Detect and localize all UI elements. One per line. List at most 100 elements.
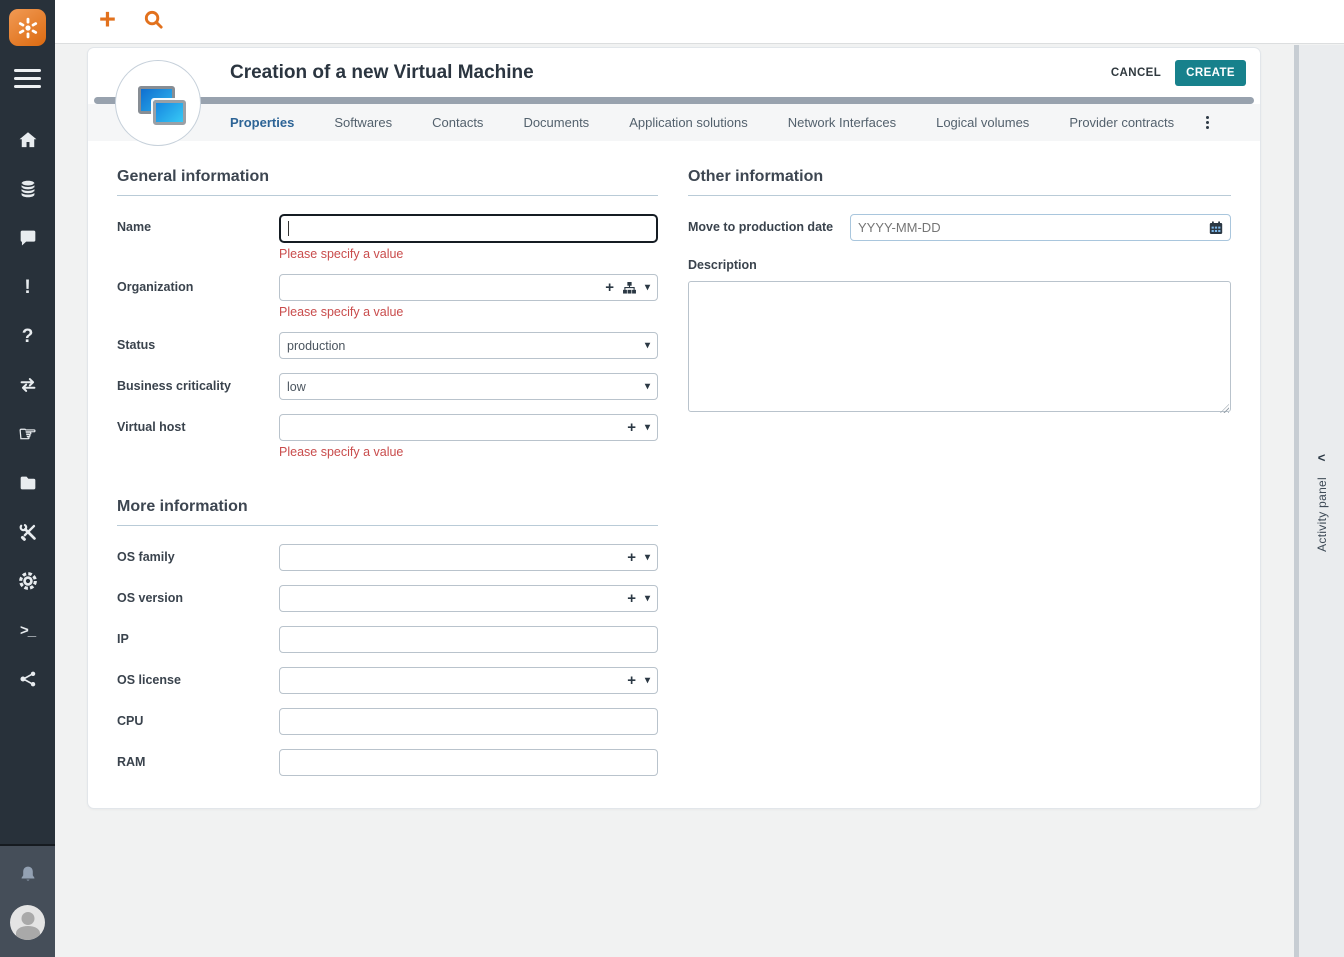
card-header: Creation of a new Virtual Machine CANCEL…	[88, 48, 1260, 97]
ip-input[interactable]	[279, 626, 658, 653]
organization-input[interactable]: + ▾	[279, 274, 658, 301]
move-to-production-date-input[interactable]	[850, 214, 1231, 241]
section-other-information: Other information	[688, 168, 1231, 196]
virtual-host-caret-icon[interactable]: ▾	[645, 423, 650, 433]
os-license-input[interactable]: + ▾	[279, 667, 658, 694]
tab-application-solutions[interactable]: Application solutions	[609, 115, 768, 130]
activity-panel-collapsed: < Activity panel	[1294, 45, 1344, 957]
move-to-production-date-label: Move to production date	[688, 214, 850, 241]
calendar-icon[interactable]	[1209, 221, 1223, 235]
business-criticality-caret-icon: ▾	[645, 382, 650, 392]
add-os-license-icon[interactable]: +	[627, 673, 636, 688]
os-license-label: OS license	[117, 667, 279, 694]
ram-input[interactable]	[279, 749, 658, 776]
os-family-input[interactable]: + ▾	[279, 544, 658, 571]
description-label: Description	[688, 258, 1231, 272]
sidebar-user-section	[0, 844, 55, 957]
status-label: Status	[117, 332, 279, 359]
form-column-left: General information Name Please specify …	[117, 141, 658, 776]
share-icon[interactable]	[17, 668, 39, 690]
page-title: Creation of a new Virtual Machine	[230, 62, 1111, 84]
user-avatar[interactable]	[10, 905, 45, 940]
add-virtual-host-icon[interactable]: +	[627, 420, 636, 435]
form-body: General information Name Please specify …	[88, 141, 1260, 776]
name-error: Please specify a value	[279, 247, 658, 261]
sidebar-nav: ! ? ☞ >_	[17, 129, 39, 690]
tab-documents[interactable]: Documents	[503, 115, 609, 130]
text-cursor	[288, 221, 289, 236]
organization-label: Organization	[117, 274, 279, 318]
tools-icon[interactable]	[17, 521, 39, 543]
search-icon[interactable]	[142, 8, 165, 36]
ram-label: RAM	[117, 749, 279, 776]
activity-panel-label[interactable]: Activity panel	[1315, 477, 1329, 552]
quick-create-icon[interactable]: +	[99, 20, 116, 24]
help-icon[interactable]: ?	[17, 325, 39, 347]
field-row-business-criticality: Business criticality low ▾	[117, 373, 658, 400]
tab-softwares[interactable]: Softwares	[314, 115, 412, 130]
chat-icon[interactable]	[17, 227, 39, 249]
field-row-os-version: OS version + ▾	[117, 585, 658, 612]
field-row-move-to-production-date: Move to production date	[688, 214, 1231, 241]
bell-icon[interactable]	[16, 863, 40, 892]
settings-icon[interactable]	[17, 570, 39, 592]
add-os-version-icon[interactable]: +	[627, 591, 636, 606]
field-row-status: Status production ▾	[117, 332, 658, 359]
organization-caret-icon[interactable]: ▾	[645, 283, 650, 293]
logo-starburst-icon	[15, 15, 41, 41]
virtual-host-input[interactable]: + ▾	[279, 414, 658, 441]
tabbar-track	[94, 97, 1254, 104]
menu-icon[interactable]	[14, 69, 41, 88]
virtual-machine-icon	[115, 60, 201, 146]
business-criticality-label: Business criticality	[117, 373, 279, 400]
business-criticality-select[interactable]: low ▾	[279, 373, 658, 400]
create-button[interactable]: CREATE	[1175, 60, 1246, 86]
description-textarea[interactable]	[688, 281, 1231, 412]
virtual-host-label: Virtual host	[117, 414, 279, 458]
database-icon[interactable]	[17, 178, 39, 200]
add-organization-icon[interactable]: +	[605, 280, 614, 295]
folder-icon[interactable]	[17, 472, 39, 494]
field-row-name: Name Please specify a value	[117, 214, 658, 260]
os-version-caret-icon[interactable]: ▾	[645, 594, 650, 604]
name-input[interactable]	[279, 214, 658, 243]
add-os-family-icon[interactable]: +	[627, 550, 636, 565]
tabbar: Properties Softwares Contacts Documents …	[88, 104, 1260, 141]
field-row-os-family: OS family + ▾	[117, 544, 658, 571]
organization-error: Please specify a value	[279, 305, 658, 319]
app-logo[interactable]	[9, 9, 46, 46]
hand-icon[interactable]: ☞	[17, 423, 39, 445]
tab-properties[interactable]: Properties	[210, 115, 314, 130]
topbar: +	[55, 0, 1344, 44]
status-select[interactable]: production ▾	[279, 332, 658, 359]
cpu-input[interactable]	[279, 708, 658, 735]
field-row-organization: Organization + ▾ Please specify a value	[117, 274, 658, 318]
os-family-label: OS family	[117, 544, 279, 571]
form-column-right: Other information Move to production dat…	[688, 141, 1231, 776]
field-row-cpu: CPU	[117, 708, 658, 735]
field-row-os-license: OS license + ▾	[117, 667, 658, 694]
os-version-input[interactable]: + ▾	[279, 585, 658, 612]
more-tabs-icon[interactable]	[1198, 112, 1217, 133]
status-caret-icon: ▾	[645, 341, 650, 351]
cancel-button[interactable]: CANCEL	[1111, 67, 1161, 79]
tab-provider-contracts[interactable]: Provider contracts	[1049, 115, 1194, 130]
os-family-caret-icon[interactable]: ▾	[645, 553, 650, 563]
tab-contacts[interactable]: Contacts	[412, 115, 503, 130]
ip-label: IP	[117, 626, 279, 653]
console-icon[interactable]: >_	[17, 619, 39, 641]
alert-icon[interactable]: !	[17, 276, 39, 298]
expand-activity-panel-icon[interactable]: <	[1318, 450, 1326, 465]
os-license-caret-icon[interactable]: ▾	[645, 676, 650, 686]
hierarchy-icon[interactable]	[623, 282, 636, 294]
tab-logical-volumes[interactable]: Logical volumes	[916, 115, 1049, 130]
field-row-ip: IP	[117, 626, 658, 653]
object-creation-card: Creation of a new Virtual Machine CANCEL…	[88, 48, 1260, 808]
section-general-information: General information	[117, 168, 658, 196]
name-label: Name	[117, 214, 279, 260]
field-row-virtual-host: Virtual host + ▾ Please specify a value	[117, 414, 658, 458]
transfer-icon[interactable]	[17, 374, 39, 396]
home-icon[interactable]	[17, 129, 39, 151]
tab-network-interfaces[interactable]: Network Interfaces	[768, 115, 916, 130]
cpu-label: CPU	[117, 708, 279, 735]
